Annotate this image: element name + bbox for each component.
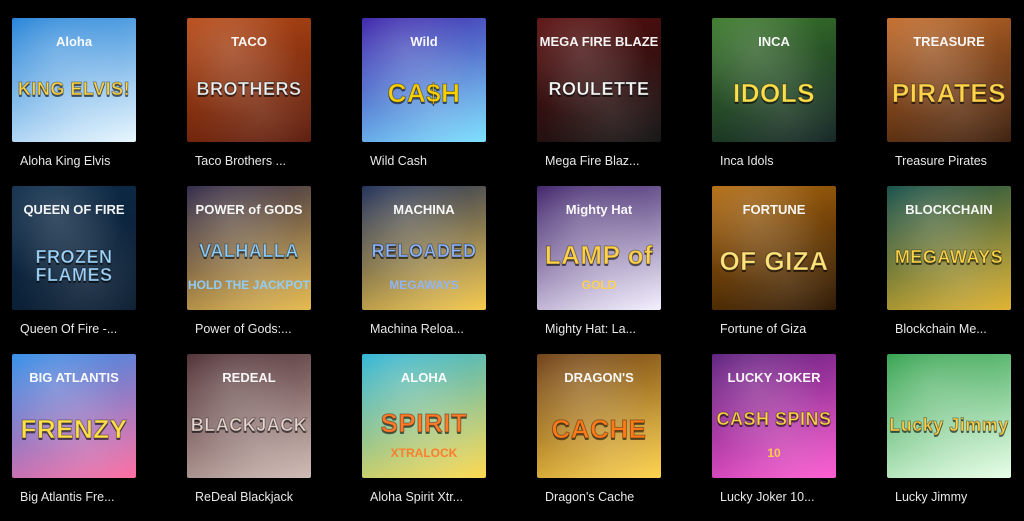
game-art-subtitle: ALOHA [400, 370, 448, 385]
game-thumbnail[interactable]: LUCKY JOKER CASH SPINS 10 [712, 354, 836, 478]
game-thumbnail[interactable]: QUEEN OF FIRE FROZEN FLAMES [12, 186, 136, 310]
game-tile[interactable]: REDEAL BLACKJACK ReDeal Blackjack [187, 354, 311, 504]
game-tile[interactable]: MEGA FIRE BLAZE ROULETTE Mega Fire Blaz... [537, 18, 661, 168]
game-title[interactable]: Blockchain Me... [887, 322, 1011, 336]
game-tile[interactable]: MACHINA RELOADED MEGAWAYS Machina Reloa... [362, 186, 486, 336]
game-art-subtitle: XTRALOCK [390, 446, 458, 460]
game-title[interactable]: Lucky Jimmy [887, 490, 1011, 504]
game-title[interactable]: Taco Brothers ... [187, 154, 311, 168]
game-title[interactable]: Treasure Pirates [887, 154, 1011, 168]
game-tile[interactable]: TREASURE PIRATES Treasure Pirates [887, 18, 1011, 168]
game-tile[interactable]: TACO BROTHERS Taco Brothers ... [187, 18, 311, 168]
game-tile[interactable]: BLOCKCHAIN MEGAWAYS Blockchain Me... [887, 186, 1011, 336]
game-thumbnail[interactable]: Mighty Hat LAMP of GOLD [537, 186, 661, 310]
game-art-title: LAMP of [544, 240, 654, 270]
game-thumbnail[interactable]: FORTUNE OF GIZA [712, 186, 836, 310]
game-title[interactable]: Fortune of Giza [712, 322, 836, 336]
game-thumbnail[interactable]: BLOCKCHAIN MEGAWAYS [887, 186, 1011, 310]
game-title[interactable]: Dragon's Cache [537, 490, 661, 504]
game-thumbnail[interactable]: POWER of GODS VALHALLA HOLD THE JACKPOT [187, 186, 311, 310]
game-tile[interactable]: Aloha KING ELVIS! Aloha King Elvis [12, 18, 136, 168]
game-art-subtitle: DRAGON'S [564, 370, 634, 385]
game-art-title: SPIRIT [380, 408, 468, 438]
game-tile[interactable]: INCA IDOLS Inca Idols [712, 18, 836, 168]
game-thumbnail[interactable]: ALOHA SPIRIT XTRALOCK [362, 354, 486, 478]
game-art-title: KING ELVIS! [17, 79, 131, 99]
game-title[interactable]: Mighty Hat: La... [537, 322, 661, 336]
game-title[interactable]: Aloha Spirit Xtr... [362, 490, 486, 504]
game-title[interactable]: Mega Fire Blaz... [537, 154, 661, 168]
game-thumbnail[interactable]: REDEAL BLACKJACK [187, 354, 311, 478]
game-art-subtitle: QUEEN OF FIRE [23, 202, 125, 217]
games-grid: Aloha KING ELVIS! Aloha King Elvis TACO BROT… [0, 0, 1024, 521]
game-art-title: FROZEN FLAMES [35, 247, 113, 285]
game-tile[interactable]: FORTUNE OF GIZA Fortune of Giza [712, 186, 836, 336]
game-tile[interactable]: POWER of GODS VALHALLA HOLD THE JACKPOT Pow… [187, 186, 311, 336]
game-art-title: VALHALLA [199, 241, 299, 261]
game-art-subtitle: LUCKY JOKER [727, 370, 821, 385]
game-art-title: Lucky Jimmy [889, 415, 1009, 435]
game-thumbnail[interactable]: BIG ATLANTIS FRENZY [12, 354, 136, 478]
game-art-title: RELOADED [371, 241, 477, 261]
game-art-subtitle: POWER of GODS [195, 202, 303, 217]
game-art-title: FRENZY [20, 414, 128, 444]
game-art-subtitle: REDEAL [222, 370, 276, 385]
game-title[interactable]: Lucky Joker 10... [712, 490, 836, 504]
game-art-subtitle: MEGA FIRE BLAZE [539, 34, 659, 49]
game-art-title: CASH SPINS [716, 409, 832, 429]
game-tile[interactable]: LUCKY JOKER CASH SPINS 10 Lucky Joker 10... [712, 354, 836, 504]
game-art-subtitle: BIG ATLANTIS [29, 370, 119, 385]
game-art-subtitle: Mighty Hat [565, 202, 633, 217]
game-title[interactable]: Big Atlantis Fre... [12, 490, 136, 504]
game-thumbnail[interactable]: DRAGON'S CACHE [537, 354, 661, 478]
game-title[interactable]: Wild Cash [362, 154, 486, 168]
game-art-title: ROULETTE [548, 79, 650, 99]
game-art-subtitle: INCA [758, 34, 790, 49]
game-title[interactable]: Machina Reloa... [362, 322, 486, 336]
game-tile[interactable]: QUEEN OF FIRE FROZEN FLAMES Queen Of Fire … [12, 186, 136, 336]
game-thumbnail[interactable]: INCA IDOLS [712, 18, 836, 142]
game-art-subtitle: Aloha [55, 34, 93, 49]
game-tile[interactable]: Wild CA$H Wild Cash [362, 18, 486, 168]
game-art-subtitle: BLOCKCHAIN [905, 202, 993, 217]
game-title[interactable]: Aloha King Elvis [12, 154, 136, 168]
game-tile[interactable]: Mighty Hat LAMP of GOLD Mighty Hat: La... [537, 186, 661, 336]
game-art-title: CACHE [551, 414, 647, 444]
game-art-title: BLACKJACK [190, 415, 308, 435]
game-art-subtitle: TREASURE [913, 34, 985, 49]
game-art-title: OF GIZA [719, 246, 829, 276]
game-title[interactable]: Queen Of Fire -... [12, 322, 136, 336]
game-thumbnail[interactable]: Aloha KING ELVIS! [12, 18, 136, 142]
game-art-subtitle: MACHINA [393, 202, 455, 217]
game-title[interactable]: Inca Idols [712, 154, 836, 168]
game-thumbnail[interactable]: TREASURE PIRATES [887, 18, 1011, 142]
game-tile[interactable]: DRAGON'S CACHE Dragon's Cache [537, 354, 661, 504]
game-art-subtitle: Wild [410, 34, 438, 49]
game-thumbnail[interactable]: Wild CA$H [362, 18, 486, 142]
game-tile[interactable]: ALOHA SPIRIT XTRALOCK Aloha Spirit Xtr... [362, 354, 486, 504]
game-tile[interactable]: BIG ATLANTIS FRENZY Big Atlantis Fre... [12, 354, 136, 504]
game-thumbnail[interactable]: TACO BROTHERS [187, 18, 311, 142]
game-art-title: IDOLS [733, 78, 815, 108]
game-art-title: PIRATES [891, 78, 1007, 108]
game-thumbnail[interactable]: Lucky Jimmy [887, 354, 1011, 478]
game-art-subtitle: TACO [231, 34, 267, 49]
game-thumbnail[interactable]: MACHINA RELOADED MEGAWAYS [362, 186, 486, 310]
game-art-title: CA$H [387, 78, 461, 108]
game-title[interactable]: Power of Gods:... [187, 322, 311, 336]
game-art-subtitle: GOLD [581, 278, 617, 292]
game-art-subtitle: FORTUNE [742, 202, 806, 217]
game-art-subtitle: HOLD THE JACKPOT [187, 278, 310, 292]
game-art-subtitle: 10 [767, 446, 781, 460]
game-art-title: MEGAWAYS [894, 247, 1004, 267]
game-tile[interactable]: Lucky Jimmy Lucky Jimmy [887, 354, 1011, 504]
game-art-subtitle: MEGAWAYS [389, 278, 459, 292]
game-art-title: BROTHERS [196, 79, 302, 99]
game-title[interactable]: ReDeal Blackjack [187, 490, 311, 504]
game-thumbnail[interactable]: MEGA FIRE BLAZE ROULETTE [537, 18, 661, 142]
